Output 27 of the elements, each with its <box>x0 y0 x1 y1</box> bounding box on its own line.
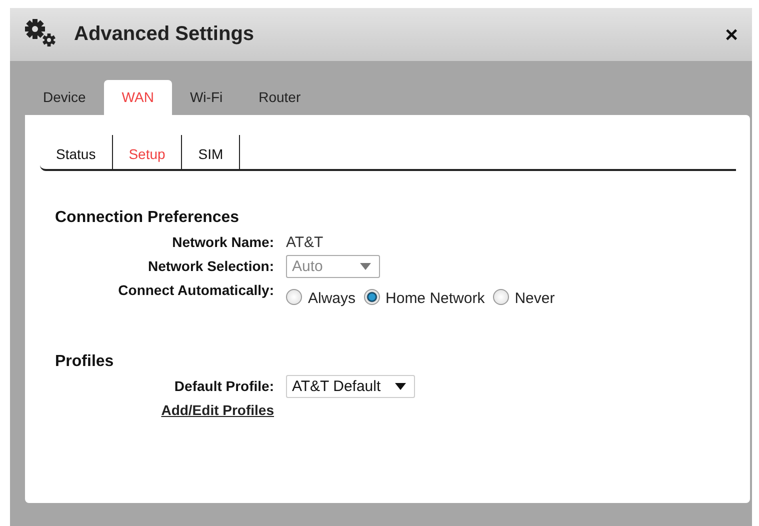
field-label: Default Profile: <box>174 378 274 394</box>
close-button[interactable]: × <box>725 22 738 48</box>
subtab[interactable]: Setup <box>112 135 182 169</box>
radio-button[interactable] <box>364 288 380 304</box>
window-title: Advanced Settings <box>74 23 256 46</box>
tab[interactable]: WAN <box>104 80 172 115</box>
tab[interactable]: Router <box>240 80 319 115</box>
radio-button[interactable] <box>492 288 509 304</box>
caret-icon <box>394 383 406 390</box>
field-label: Network Name: <box>172 234 274 250</box>
tab[interactable]: Wi-Fi <box>172 80 241 115</box>
subtab[interactable]: Status <box>40 135 113 169</box>
add-edit-profiles-link[interactable]: Add/Edit Profiles <box>161 402 274 418</box>
field-label: Network Selection: <box>148 258 274 274</box>
field-label: Connect Automatically: <box>118 282 274 298</box>
radio-button[interactable] <box>286 288 302 304</box>
gears-icon <box>24 18 58 48</box>
caret-icon <box>360 263 371 270</box>
section-heading: Profiles <box>55 353 115 371</box>
radio-option[interactable]: Always <box>286 286 356 307</box>
radio-option[interactable]: Home Network <box>364 286 485 307</box>
dropdown[interactable]: AT&T Default <box>286 375 415 398</box>
tab[interactable]: Device <box>25 80 104 115</box>
subtab[interactable]: SIM <box>182 135 240 169</box>
section-heading: Connection Preferences <box>55 209 240 227</box>
field-value: AT&T <box>286 233 324 251</box>
radio-option[interactable]: Never <box>492 286 555 307</box>
